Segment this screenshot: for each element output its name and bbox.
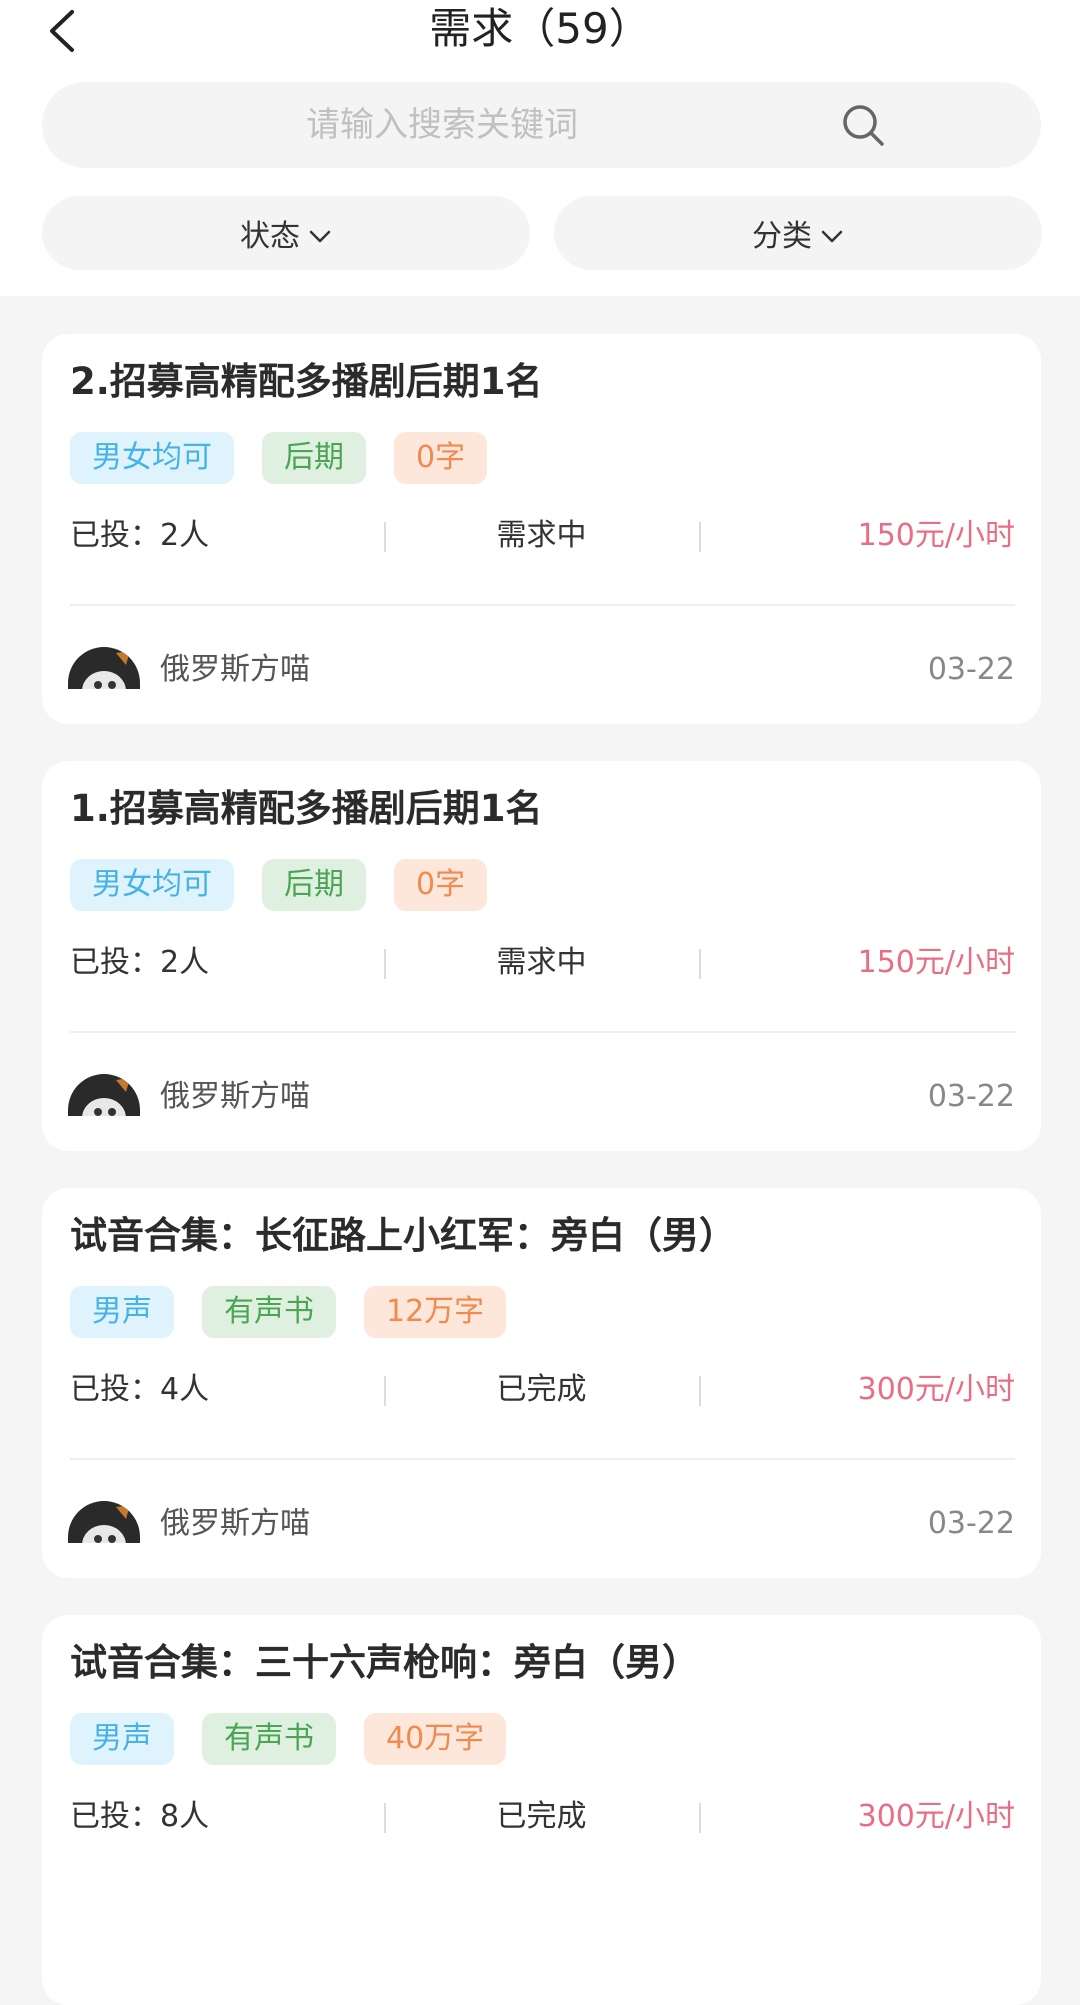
status-filter-label: 状态 (240, 219, 300, 254)
price-text: 300元/小时 (857, 1799, 1015, 1834)
divider (699, 522, 701, 552)
tag-list: 男声 有声书 40万字 (70, 1713, 534, 1765)
divider (70, 604, 1015, 606)
request-card[interactable]: 2.招募高精配多播剧后期1名 男女均可 后期 0字 已投：2人 需求中 150元… (42, 334, 1041, 724)
tag-list: 男声 有声书 12万字 (70, 1286, 534, 1338)
tag-category: 后期 (262, 432, 366, 484)
card-stats: 已投：4人 已完成 300元/小时 (70, 1364, 1015, 1416)
status-filter-button[interactable]: 状态 (42, 196, 530, 270)
card-title: 2.招募高精配多播剧后期1名 (70, 360, 543, 403)
divider (70, 1458, 1015, 1460)
divider (699, 949, 701, 979)
applied-count: 已投：8人 (70, 1799, 210, 1834)
post-date: 03-22 (927, 1079, 1015, 1114)
card-stats: 已投：2人 需求中 150元/小时 (70, 937, 1015, 989)
chevron-left-icon[interactable] (40, 6, 90, 56)
applied-count: 已投：2人 (70, 945, 210, 980)
author-name: 俄罗斯方喵 (160, 1506, 310, 1541)
tag-word-count: 40万字 (364, 1713, 507, 1765)
category-filter-label: 分类 (752, 219, 812, 254)
status-text: 已完成 (496, 1372, 587, 1407)
status-text: 需求中 (496, 518, 587, 553)
price-text: 150元/小时 (857, 518, 1015, 553)
chevron-down-icon (308, 221, 332, 245)
page-title: 需求（59） (429, 4, 651, 53)
tag-category: 后期 (262, 859, 366, 911)
avatar[interactable] (68, 1501, 140, 1543)
divider (699, 1803, 701, 1833)
request-card[interactable]: 1.招募高精配多播剧后期1名 男女均可 后期 0字 已投：2人 需求中 150元… (42, 761, 1041, 1151)
price-text: 300元/小时 (857, 1372, 1015, 1407)
divider (70, 1031, 1015, 1033)
tag-gender: 男声 (70, 1713, 174, 1765)
tag-word-count: 0字 (394, 432, 488, 484)
tag-word-count: 0字 (394, 859, 488, 911)
avatar[interactable] (68, 647, 140, 689)
divider (699, 1376, 701, 1406)
tag-list: 男女均可 后期 0字 (70, 432, 515, 484)
card-stats: 已投：8人 已完成 300元/小时 (70, 1791, 1015, 1843)
card-title: 1.招募高精配多播剧后期1名 (70, 787, 543, 830)
card-title: 试音合集：长征路上小红军：旁白（男） (70, 1214, 736, 1257)
search-icon[interactable] (840, 102, 886, 148)
applied-count: 已投：2人 (70, 518, 210, 553)
tag-word-count: 12万字 (364, 1286, 507, 1338)
tag-list: 男女均可 后期 0字 (70, 859, 515, 911)
card-stats: 已投：2人 需求中 150元/小时 (70, 510, 1015, 562)
request-card[interactable]: 试音合集：三十六声枪响：旁白（男） 男声 有声书 40万字 已投：8人 已完成 … (42, 1615, 1041, 2005)
tag-gender: 男声 (70, 1286, 174, 1338)
author-name: 俄罗斯方喵 (160, 1079, 310, 1114)
status-text: 已完成 (496, 1799, 587, 1834)
header: 需求（59） 请输入搜索关键词 状态 分类 (0, 0, 1080, 296)
applied-count: 已投：4人 (70, 1372, 210, 1407)
search-input[interactable]: 请输入搜索关键词 (42, 82, 1041, 168)
category-filter-button[interactable]: 分类 (554, 196, 1042, 270)
price-text: 150元/小时 (857, 945, 1015, 980)
card-title: 试音合集：三十六声枪响：旁白（男） (70, 1641, 699, 1684)
author-name: 俄罗斯方喵 (160, 652, 310, 687)
request-card[interactable]: 试音合集：长征路上小红军：旁白（男） 男声 有声书 12万字 已投：4人 已完成… (42, 1188, 1041, 1578)
post-date: 03-22 (927, 652, 1015, 687)
tag-gender: 男女均可 (70, 432, 234, 484)
tag-category: 有声书 (202, 1286, 336, 1338)
chevron-down-icon (820, 221, 844, 245)
post-date: 03-22 (927, 1506, 1015, 1541)
tag-gender: 男女均可 (70, 859, 234, 911)
avatar[interactable] (68, 1074, 140, 1116)
tag-category: 有声书 (202, 1713, 336, 1765)
status-text: 需求中 (496, 945, 587, 980)
search-placeholder: 请输入搜索关键词 (306, 105, 578, 145)
